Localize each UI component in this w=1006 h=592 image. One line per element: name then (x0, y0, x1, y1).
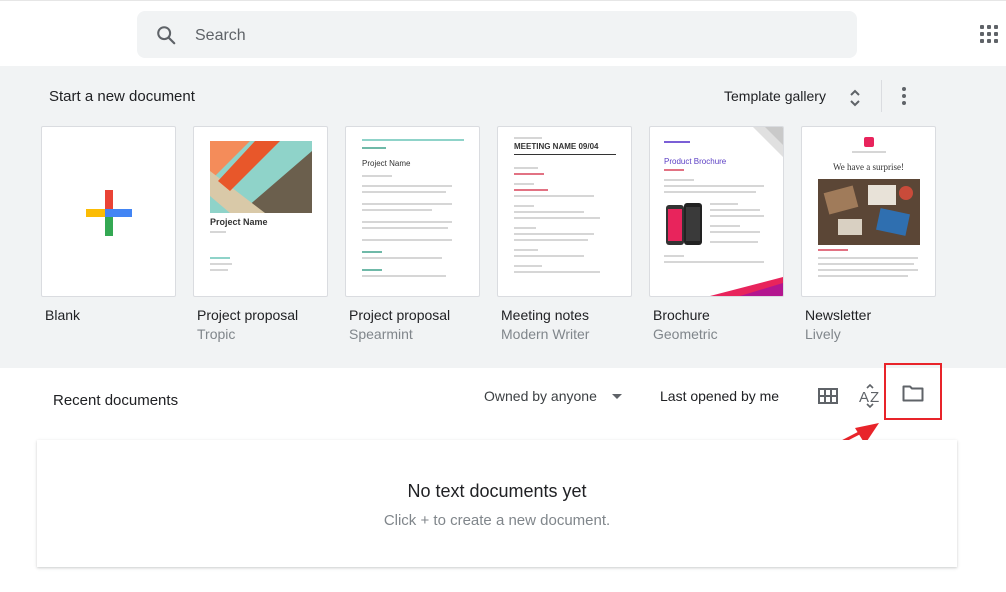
template-name: Blank (45, 307, 81, 323)
empty-state-title: No text documents yet (407, 481, 587, 501)
sort-az-icon[interactable]: A Z (859, 384, 881, 408)
template-project-proposal-tropic[interactable]: Project Name (193, 126, 328, 297)
template-name: Project proposal (349, 307, 451, 323)
heart-logo-icon (864, 137, 874, 147)
svg-text:Z: Z (870, 389, 879, 406)
search-icon (157, 26, 176, 45)
thumbnail-title: MEETING NAME 09/04 (514, 142, 599, 151)
thumbnail-title: Product Brochure (664, 157, 727, 166)
thumbnail-corner-art (753, 127, 783, 157)
sort-dropdown[interactable]: Last opened by me (660, 388, 779, 404)
section-title: Start a new document (49, 88, 195, 105)
empty-state-subtitle: Click + to create a new document. (383, 512, 611, 529)
grid-view-icon[interactable] (818, 388, 838, 404)
owner-filter-dropdown[interactable]: Owned by anyone (484, 388, 597, 404)
template-project-proposal-spearmint[interactable]: Project Name (345, 126, 480, 297)
dropdown-caret-icon[interactable] (612, 394, 622, 399)
template-name: Meeting notes (501, 307, 589, 323)
template-section: Start a new document Template gallery Bl… (0, 66, 1006, 368)
template-style: Lively (805, 326, 841, 342)
search-bar[interactable] (137, 11, 857, 60)
folder-icon (902, 385, 924, 402)
thumbnail-phone-image (666, 203, 702, 245)
template-newsletter[interactable]: We have a surprise! (801, 126, 936, 297)
thumbnail-title: We have a surprise! (833, 162, 904, 172)
template-style: Modern Writer (501, 326, 590, 342)
thumbnail-art (210, 141, 312, 213)
plus-icon (86, 190, 132, 236)
search-input[interactable] (193, 11, 837, 60)
template-name: Brochure (653, 307, 710, 323)
recent-documents-title: Recent documents (53, 392, 179, 409)
template-style: Spearmint (349, 326, 413, 342)
more-vert-icon[interactable] (900, 87, 908, 107)
thumbnail-footer-art (710, 277, 783, 296)
template-gallery-button[interactable]: Template gallery (724, 88, 826, 104)
thumbnail-photo (818, 179, 920, 245)
empty-state-card: No text documents yet Click + to create … (37, 440, 957, 567)
unfold-icon[interactable] (848, 88, 862, 108)
top-bar (0, 0, 1006, 66)
template-name: Newsletter (805, 307, 872, 323)
template-meeting-notes[interactable]: MEETING NAME 09/04 (497, 126, 632, 297)
open-file-picker-button[interactable] (884, 363, 942, 420)
template-brochure[interactable]: Product Brochure (649, 126, 784, 297)
template-name: Project proposal (197, 307, 299, 323)
apps-grid-icon[interactable] (980, 25, 1000, 45)
thumbnail-title: Project Name (362, 159, 411, 168)
template-style: Tropic (197, 326, 236, 342)
template-style: Geometric (653, 326, 718, 342)
svg-text:A: A (859, 389, 869, 406)
thumbnail-title: Project Name (210, 217, 268, 227)
divider (881, 80, 882, 112)
template-blank[interactable] (41, 126, 176, 297)
